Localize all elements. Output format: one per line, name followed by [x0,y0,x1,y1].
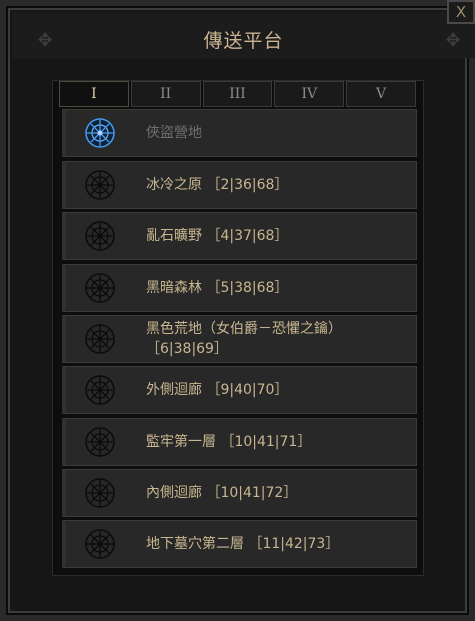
waypoint-row[interactable]: 俠盜營地 [62,109,417,157]
tab-act-3[interactable]: III [202,81,273,107]
title-bar: ✥ 傳送平台 ✥ [12,12,475,58]
waypoint-icon [85,324,115,354]
waypoint-row[interactable]: 內側迴廊 ［10|41|72］ [62,469,417,517]
waypoint-icon [85,221,115,251]
tab-act-2[interactable]: II [130,81,201,107]
waypoint-label-line1: 黑色荒地（女伯爵－恐懼之鑰） [146,321,342,337]
tab-act-1[interactable]: I [59,81,129,107]
waypoint-label: 地下墓穴第二層 ［11|42|73］ [146,536,340,552]
waypoint-row[interactable]: 黑色荒地（女伯爵－恐懼之鑰） ［6|38|69］ [62,315,417,363]
close-button[interactable]: X [447,0,475,24]
waypoint-icon [85,529,115,559]
waypoint-icon [85,170,115,200]
waypoint-label: 內側迴廊 ［10|41|72］ [146,485,298,501]
waypoint-label: 黑暗森林 ［5|38|68］ [146,280,289,296]
waypoint-row[interactable]: 冰冷之原 ［2|36|68］ [62,161,417,209]
waypoint-row[interactable]: 亂石曠野 ［4|37|68］ [62,212,417,260]
waypoint-label: 外側迴廊 ［9|40|70］ [146,382,289,398]
waypoint-label-line2: ［6|38|69］ [146,341,228,357]
waypoint-icon [85,478,115,508]
waypoint-row[interactable]: 黑暗森林 ［5|38|68］ [62,264,417,312]
tab-act-4[interactable]: IV [274,81,345,107]
waypoint-row[interactable]: 外側迴廊 ［9|40|70］ [62,366,417,414]
tab-act-5[interactable]: V [346,81,416,107]
waypoint-icon [85,375,115,405]
waypoint-row[interactable]: 地下墓穴第二層 ［11|42|73］ [62,520,417,568]
waypoint-label: 監牢第一層 ［10|41|71］ [146,434,312,450]
waypoint-row[interactable]: 監牢第一層 ［10|41|71］ [62,418,417,466]
waypoint-icon [85,427,115,457]
ornament-icon: ✥ [445,30,461,51]
waypoint-label: 冰冷之原 ［2|36|68］ [146,177,289,193]
waypoint-label: 黑色荒地（女伯爵－恐懼之鑰） ［6|38|69］ [146,319,342,359]
waypoint-icon [85,273,115,303]
act-tabs: I II III IV V [59,81,416,107]
waypoint-label: 亂石曠野 ［4|37|68］ [146,228,289,244]
window-title: 傳送平台 [203,30,284,52]
waypoint-label: 俠盜營地 [146,125,202,141]
waypoint-icon-active [85,118,115,148]
